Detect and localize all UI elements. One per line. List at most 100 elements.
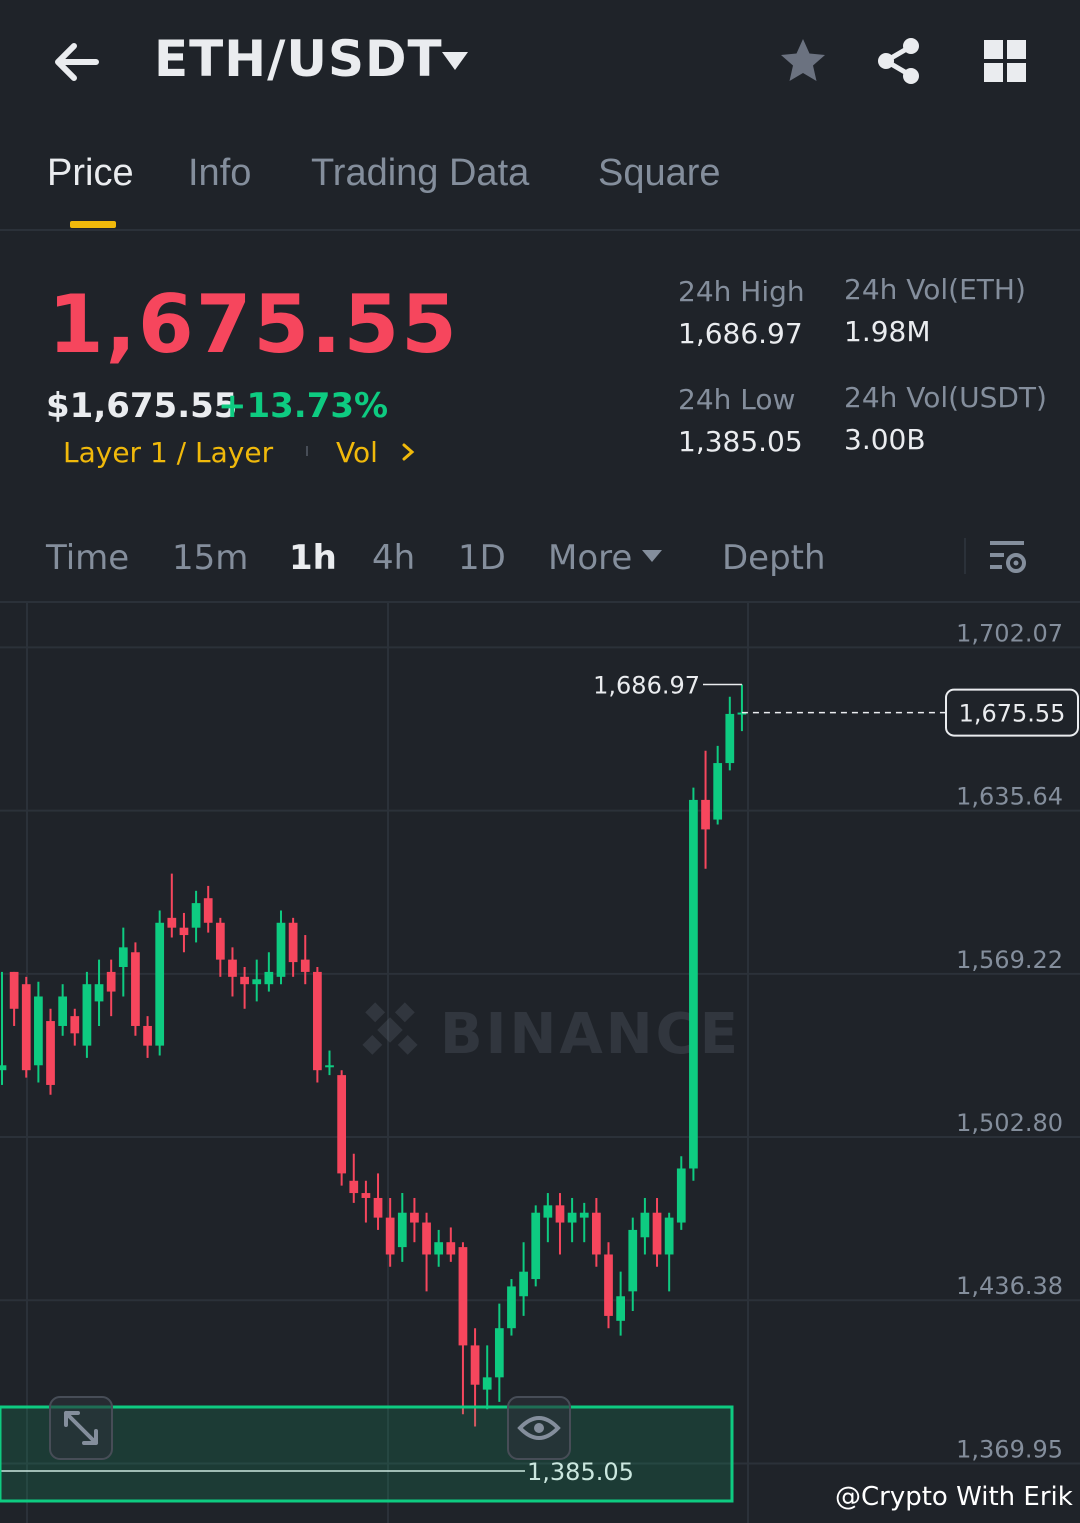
candle [737,684,747,732]
usd-price: $1,675.55 [46,386,238,426]
candle [337,1070,347,1186]
price-axis-label: 1,569.22 [956,946,1063,974]
candlestick-chart[interactable]: BINANCE 1,702.07 1,635.64 1,569.22 1,502.80… [0,603,1080,1523]
candle [179,912,189,953]
tag-separator [306,446,308,456]
back-arrow-icon[interactable] [50,36,102,88]
candle-body [131,952,140,1026]
fullscreen-button[interactable] [49,1396,113,1460]
candle-body [361,1193,371,1198]
candle [106,959,116,1017]
candle-body [349,1180,359,1194]
candle [215,917,225,977]
candle [9,971,19,1026]
candle-body [46,1021,55,1085]
candle-body [70,1016,80,1034]
candle [567,1197,577,1243]
candle [46,1008,55,1095]
candle-body [410,1212,419,1223]
candle-body [106,971,116,992]
candle [118,927,128,997]
candle-body [179,927,189,936]
interval-15m[interactable]: 15m [172,538,248,578]
candle [300,935,310,985]
candle [131,942,140,1036]
candle [616,1271,626,1336]
interval-depth[interactable]: Depth [722,538,826,578]
chevron-right-icon[interactable] [400,442,416,462]
interval-more[interactable]: More [548,538,632,578]
chart-settings-icon[interactable] [988,538,1028,576]
candle-body [555,1205,565,1223]
candle-body [276,922,286,977]
candle [228,947,237,997]
visibility-button[interactable] [507,1396,571,1460]
tab-price[interactable]: Price [47,152,134,195]
candle-body [313,971,322,1071]
high-marker-label: 1,686.97 [593,672,700,700]
candle [592,1197,601,1267]
candle [689,787,698,1181]
interval-4h[interactable]: 4h [372,538,415,578]
candle [252,959,262,1002]
candle-body [616,1296,626,1321]
candle-body [0,1065,7,1071]
candle [434,1229,444,1267]
candle-body [482,1377,492,1390]
binance-watermark: BINANCE [362,1002,738,1067]
candle-body [118,947,128,967]
candle-body [203,898,213,923]
low-value: 1,385.05 [678,425,803,458]
interval-time[interactable]: Time [46,538,129,578]
candle-body [519,1271,528,1297]
candle [494,1303,504,1402]
active-tab-indicator [70,221,116,228]
candle-body [167,917,177,928]
candle-body [143,1025,152,1046]
candle-body [325,1065,334,1068]
interval-1h[interactable]: 1h [289,538,337,578]
candle [0,971,7,1085]
trading-pair-title[interactable]: ETH/USDT [154,30,443,88]
candle [507,1279,516,1336]
candle [482,1345,492,1410]
candle-body [507,1286,516,1329]
share-icon[interactable] [874,36,924,86]
candle-body [725,713,735,764]
chevron-down-icon[interactable] [440,50,470,72]
high-label: 24h High [678,275,805,308]
price-axis-label: 1,702.07 [956,619,1063,647]
candle [349,1153,359,1203]
tab-square[interactable]: Square [598,152,721,195]
grid-menu-icon[interactable] [982,38,1028,84]
candle [167,873,177,938]
vol-eth-label: 24h Vol(ETH) [844,273,1026,306]
vol-usdt-value: 3.00B [844,423,926,456]
interval-1d[interactable]: 1D [458,538,506,578]
candle [397,1193,407,1262]
candle-body [58,996,68,1026]
candle-body [713,763,723,820]
candle-body [240,976,249,985]
candle-body [664,1217,674,1255]
candle [725,696,735,771]
tab-info[interactable]: Info [188,152,251,195]
candle [531,1205,541,1287]
candle-body [640,1212,650,1238]
candle-body [228,959,237,977]
candle-body [531,1212,541,1280]
tab-trading-data[interactable]: Trading Data [311,152,529,195]
candle-body [288,922,298,963]
candle-body [94,984,104,1002]
candle-body [494,1328,504,1378]
candle-body [567,1212,577,1223]
low-label: 24h Low [678,383,796,416]
candle [264,952,274,992]
more-caret-icon[interactable] [641,549,663,563]
candle [361,1180,371,1223]
category-tag[interactable]: Layer 1 / Layer [63,436,273,469]
vol-tag[interactable]: Vol [336,436,378,469]
favorite-star-icon[interactable] [778,36,828,86]
candle [21,976,31,1078]
candle [313,967,322,1083]
